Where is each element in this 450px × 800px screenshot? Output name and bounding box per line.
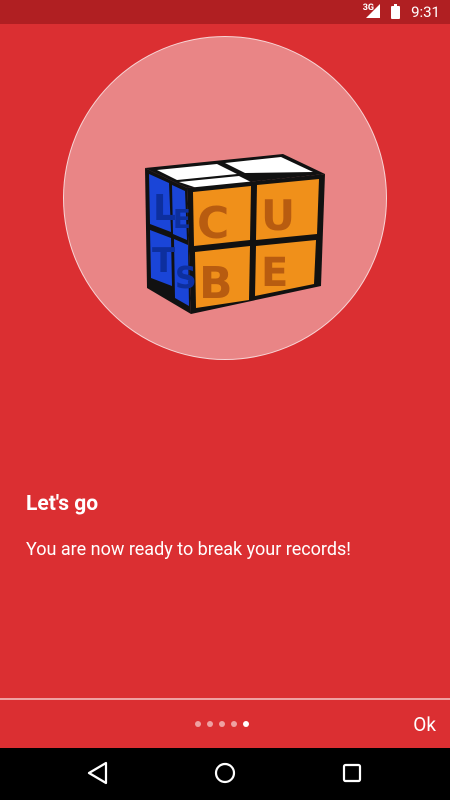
clock: 9:31 [411, 3, 440, 21]
page-dot [231, 721, 237, 727]
recents-icon[interactable] [340, 760, 364, 786]
svg-text:S: S [175, 261, 197, 296]
page-title: Let's go [26, 492, 99, 516]
page-dot [219, 721, 225, 727]
signal-icon [366, 4, 380, 18]
page-dot [207, 721, 213, 727]
back-icon[interactable] [86, 760, 110, 786]
page-dot-active [243, 721, 249, 727]
svg-text:E: E [173, 205, 191, 235]
page-dot [195, 721, 201, 727]
status-bar: 3G 9:31 [0, 0, 450, 24]
svg-text:T: T [152, 241, 176, 281]
pager-bar: Ok [0, 700, 450, 748]
svg-text:C: C [197, 198, 229, 249]
page-indicator [195, 721, 249, 727]
svg-text:B: B [199, 258, 233, 309]
battery-icon [391, 4, 400, 19]
svg-text:U: U [261, 191, 295, 240]
home-icon[interactable] [213, 760, 237, 786]
onboarding-page: L E T S C U B E Let's go You are now rea… [0, 24, 450, 698]
navigation-bar [0, 748, 450, 800]
page-description: You are now ready to break your records! [26, 539, 351, 560]
ok-button[interactable]: Ok [407, 712, 442, 737]
svg-text:E: E [261, 250, 288, 296]
cube-logo: L E T S C U B E [145, 154, 325, 314]
